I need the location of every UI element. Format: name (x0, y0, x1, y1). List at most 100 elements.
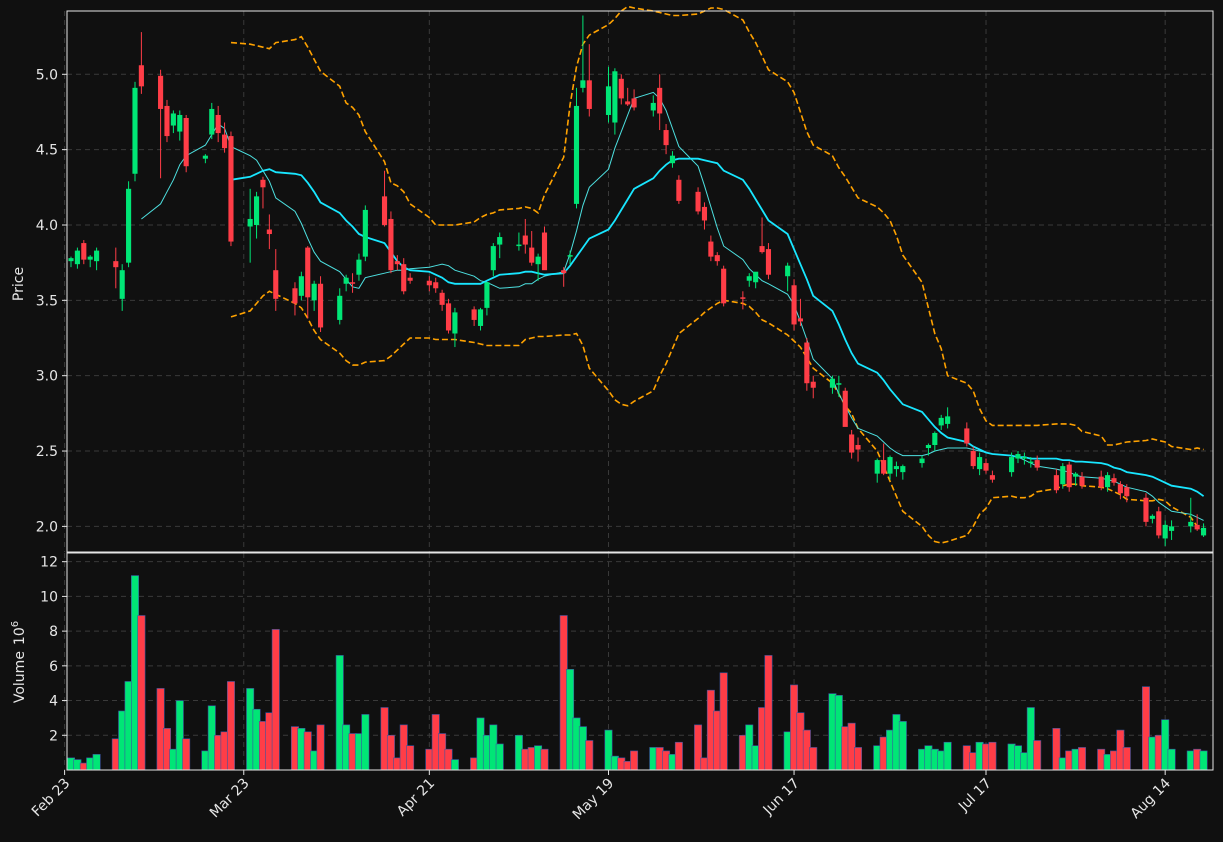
candle-body (1028, 461, 1034, 464)
candle-body (631, 98, 637, 108)
candle-body (74, 250, 80, 265)
candle-body (1060, 466, 1066, 485)
candle (317, 276, 324, 332)
candle-body (388, 218, 394, 271)
candle-body (1124, 487, 1130, 497)
candle-body (1015, 454, 1021, 459)
candle-body (132, 87, 138, 174)
candle-body (1169, 526, 1175, 531)
candle-body (439, 292, 445, 305)
candle-body (804, 342, 810, 384)
candle (842, 387, 848, 427)
candle-body (426, 280, 432, 286)
candle (164, 99, 170, 143)
candle-body (343, 277, 349, 284)
candle-body (842, 390, 848, 427)
candle-body (753, 271, 759, 283)
volume-bar (764, 655, 773, 771)
candle-body (362, 209, 368, 257)
candle-body (183, 117, 189, 167)
candle-body (381, 196, 388, 225)
candle-body (215, 114, 221, 134)
candle-body (337, 295, 343, 320)
candle-body (68, 258, 74, 262)
candle-body (881, 460, 887, 474)
candle-body (663, 130, 669, 146)
candle-body (669, 155, 676, 164)
candle-body (1188, 521, 1194, 527)
candle-body (349, 282, 356, 284)
candle-body (650, 102, 656, 111)
candle-body (113, 261, 119, 268)
volume-bar (1167, 748, 1176, 771)
candle (541, 226, 548, 271)
candle-body (177, 114, 183, 132)
volume-bar (226, 681, 235, 771)
candle-body (311, 283, 317, 301)
candle-body (874, 460, 880, 474)
candle-body (740, 297, 746, 299)
candle-body (810, 381, 816, 388)
candle-body (164, 105, 170, 137)
candle-body (138, 65, 144, 87)
volume-bar (674, 741, 683, 771)
candle (721, 265, 727, 307)
candle-body (932, 432, 938, 446)
candle-body (1201, 527, 1207, 536)
candle-body (855, 445, 861, 450)
candle-body (433, 282, 439, 289)
candle-body (977, 457, 983, 470)
price-y-tick-label: 3.5 (36, 293, 58, 309)
candle (126, 181, 132, 268)
volume-bar (137, 615, 146, 771)
candle-body (202, 155, 208, 159)
volume-axis-title: Volume 106 (10, 621, 28, 703)
price-y-tick-label: 4.5 (36, 143, 58, 159)
candle-body (292, 288, 298, 304)
candle-body (1149, 515, 1155, 519)
volume-bar (92, 754, 101, 771)
candle-body (1073, 473, 1079, 477)
candle-body (1105, 475, 1111, 488)
candle-body (1066, 464, 1072, 488)
candle-body (1143, 497, 1149, 522)
volume-y-tick-label: 10 (40, 589, 58, 605)
volume-bar (1033, 740, 1042, 771)
candle-body (541, 232, 548, 271)
volume-bar (450, 759, 459, 771)
candle-body (1079, 476, 1085, 486)
candle-body (625, 101, 631, 105)
candle-body (254, 196, 260, 225)
candle (1156, 506, 1162, 539)
candle-body (298, 276, 304, 296)
candle (573, 87, 580, 209)
candle-body (1021, 457, 1027, 459)
volume-bar (988, 741, 997, 771)
candle-body (222, 134, 228, 149)
candle-body (836, 383, 842, 385)
candle-body (471, 309, 477, 320)
candle-body (484, 282, 490, 308)
candle-body (94, 250, 100, 262)
candle-body (919, 458, 925, 464)
candle-body (1034, 460, 1040, 468)
candle (362, 205, 368, 262)
price-y-tick-label: 2.0 (36, 519, 58, 535)
candle-body (989, 475, 995, 480)
candle-body (260, 179, 266, 188)
candle-body (765, 249, 772, 275)
candle-body (573, 105, 580, 204)
price-axis-title: Price (11, 267, 27, 301)
candle-body (516, 244, 522, 247)
volume-y-tick-label: 12 (40, 555, 58, 571)
candle-body (119, 270, 125, 299)
candle-body (785, 265, 791, 277)
candle (445, 298, 452, 334)
candle-body (228, 136, 234, 242)
candle-body (209, 108, 215, 135)
candle-body (1053, 475, 1059, 491)
candle-body (356, 259, 362, 275)
candle (388, 211, 394, 274)
candle (1066, 461, 1072, 492)
candle-body (490, 246, 496, 271)
